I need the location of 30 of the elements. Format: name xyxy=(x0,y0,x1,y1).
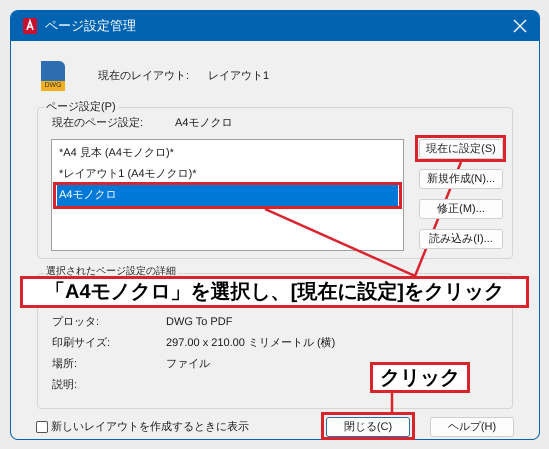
checkbox-label: 新しいレイアウトを作成するときに表示 xyxy=(51,420,249,434)
show-on-new-layout-checkbox[interactable]: 新しいレイアウトを作成するときに表示 xyxy=(36,420,326,434)
app-logo-icon xyxy=(23,18,37,34)
dialog-button[interactable]: ヘルプ(H) xyxy=(430,417,514,437)
callout-label: 「A4モノクロ」を選択し、[現在に設定]をクリック xyxy=(20,276,529,308)
list-item[interactable]: *A4 見本 (A4モノクロ)* xyxy=(57,143,398,164)
window-title: ページ設定管理 xyxy=(45,18,137,34)
action-button[interactable]: 現在に設定(S) xyxy=(419,139,503,159)
detail-value: 297.00 x 210.00 ミリメートル (横) xyxy=(166,336,336,350)
detail-label: 場所: xyxy=(52,356,78,370)
detail-label: 印刷サイズ: xyxy=(52,336,112,350)
action-button[interactable]: 新規作成(N)... xyxy=(419,169,503,189)
dialog-button[interactable]: 閉じる(C) xyxy=(326,417,410,437)
leader-line xyxy=(390,393,394,412)
detail-value: DWG To PDF xyxy=(166,314,232,328)
list-item[interactable]: *レイアウト1 (A4モノクロ)* xyxy=(57,164,398,185)
action-button[interactable]: 読み込み(I)... xyxy=(419,229,503,249)
list-item[interactable]: A4モノクロ xyxy=(57,185,398,206)
action-button[interactable]: 修正(M)... xyxy=(419,199,503,219)
checkbox-icon[interactable] xyxy=(36,421,48,433)
close-icon[interactable] xyxy=(513,19,527,33)
current-page-setup-label: 現在のページ設定: xyxy=(52,116,144,130)
callout-label: クリック xyxy=(370,362,470,393)
detail-label: 説明: xyxy=(52,378,78,392)
current-page-setup-value: A4モノクロ xyxy=(175,116,232,130)
detail-label: プロッタ: xyxy=(52,314,100,328)
current-layout-value: レイアウト1 xyxy=(208,69,270,83)
current-layout-label: 現在のレイアウト: xyxy=(98,69,190,83)
group-title: ページ設定(P) xyxy=(44,100,118,114)
detail-value: ファイル xyxy=(166,356,210,370)
